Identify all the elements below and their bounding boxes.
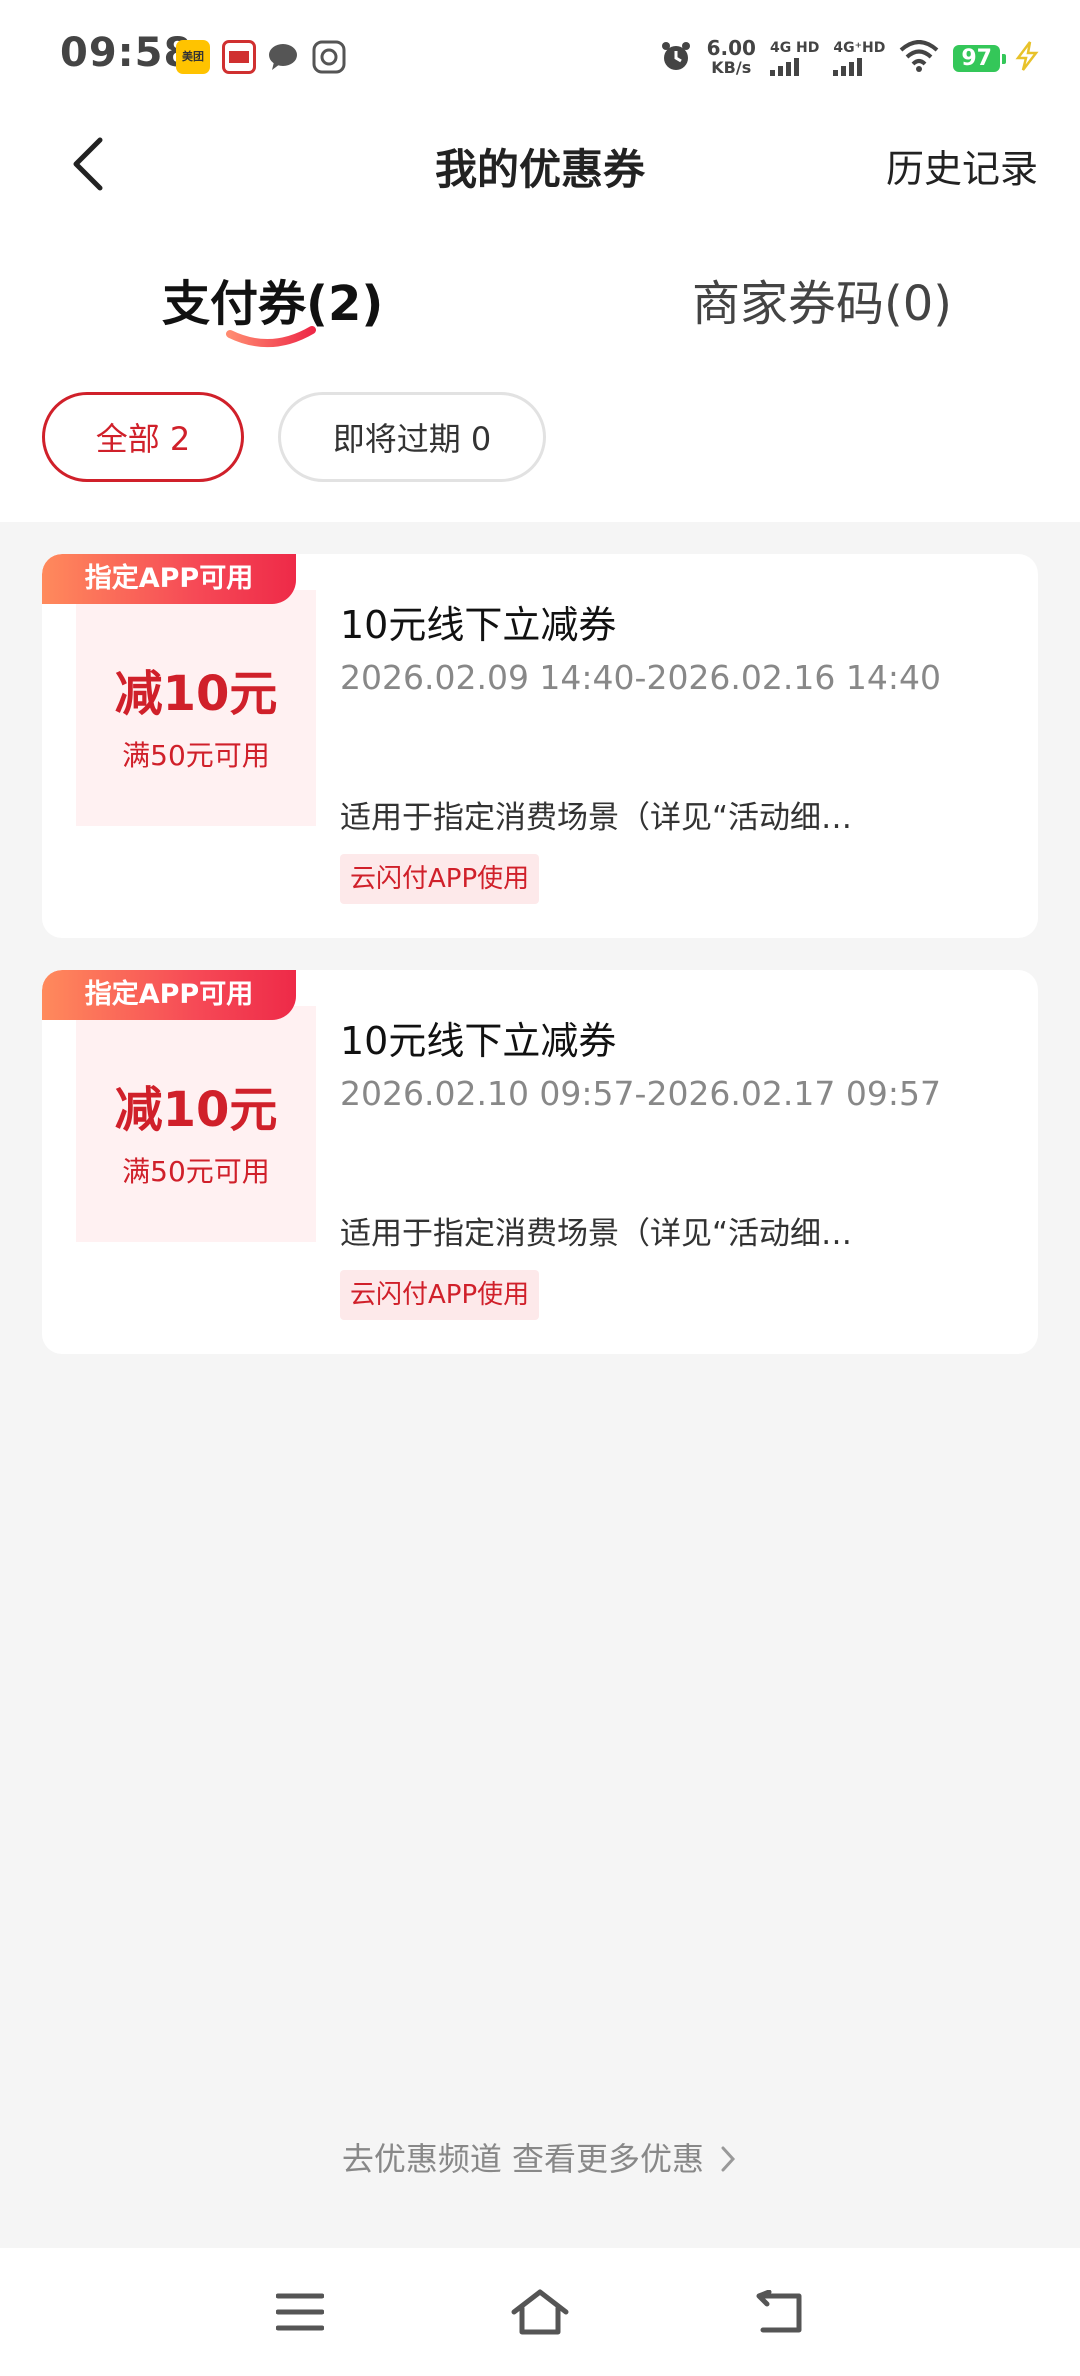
coupon-validity: 2026.02.09 14:40-2026.02.16 14:40 [340,658,941,697]
meituan-app-icon: 美团 [176,40,210,74]
header: 我的优惠券 历史记录 [0,116,1080,212]
more-offers-link[interactable]: 去优惠频道 查看更多优惠 [0,2134,1080,2180]
status-indicators: 6.00 KB/s 4G HD 4G⁺HD 97 [659,36,1040,80]
system-nav-bar [0,2248,1080,2376]
menu-icon [276,2293,324,2331]
network-speed-unit: KB/s [711,58,752,77]
more-offers-label: 去优惠频道 查看更多优惠 [341,2140,704,2178]
coupon-description: 适用于指定消费场景（详见“活动细… [340,1216,853,1252]
signal-bars-icon [769,57,819,76]
coupon-badge: 指定APP可用 [42,554,296,604]
coupon-amount-box: 减10元 满50元可用 [76,590,316,826]
coupon-card[interactable]: 减10元 满50元可用 指定APP可用 10元线下立减券 2026.02.09 … [42,554,1038,938]
nav-home-button[interactable] [508,2280,572,2344]
active-tab-indicator [226,326,316,347]
unionpay-app-icon [222,40,256,74]
coupon-badge: 指定APP可用 [42,970,296,1020]
coupon-description: 适用于指定消费场景（详见“活动细… [340,800,853,836]
coupon-tabs: 支付券(2) 商家券码(0) [0,252,1080,352]
sim2-label: 4G⁺HD [833,39,886,56]
signal-bars-icon [833,57,885,76]
coupon-validity: 2026.02.10 09:57-2026.02.17 09:57 [340,1074,941,1113]
sim1-label: 4G HD [769,39,820,56]
sim2-signal: 4G⁺HD [833,41,885,76]
coupon-amount-box: 减10元 满50元可用 [76,1006,316,1242]
coupon-condition: 满50元可用 [122,1155,270,1188]
coupon-amount: 减10元 [114,666,278,722]
coupon-title: 10元线下立减券 [340,603,617,647]
network-speed-value: 6.00 [706,36,756,60]
filter-chips: 全部 2 即将过期 0 [42,392,546,482]
charging-icon [1014,41,1040,75]
alarm-icon [659,39,693,77]
coupon-title: 10元线下立减券 [340,1019,617,1063]
status-time: 09:58 [60,30,193,76]
nav-recents-button[interactable] [268,2280,332,2344]
battery-level: 97 [953,44,1006,72]
wifi-icon [899,40,939,76]
coupon-card[interactable]: 减10元 满50元可用 指定APP可用 10元线下立减券 2026.02.10 … [42,970,1038,1354]
home-icon [511,2289,569,2335]
filter-all-chip[interactable]: 全部 2 [42,392,244,482]
coupon-condition: 满50元可用 [122,739,270,772]
coupon-usage-tag: 云闪付APP使用 [340,1270,540,1320]
network-speed: 6.00 KB/s [707,38,756,78]
back-icon [756,2290,802,2333]
message-icon [266,40,300,74]
coupon-usage-tag: 云闪付APP使用 [340,854,540,904]
assistant-app-icon [312,40,346,74]
tab-merchant-codes[interactable]: 商家券码(0) [692,264,952,334]
nav-back-button[interactable] [748,2280,812,2344]
chevron-right-icon [721,2146,736,2172]
filter-expiring-chip[interactable]: 即将过期 0 [278,392,546,482]
coupon-amount: 减10元 [114,1082,278,1138]
history-button[interactable]: 历史记录 [886,138,1038,193]
sim1-signal: 4G HD [769,39,820,76]
status-bar: 09:58 美团 6.00 KB/s 4G HD 4G⁺HD 97 [0,0,1080,116]
